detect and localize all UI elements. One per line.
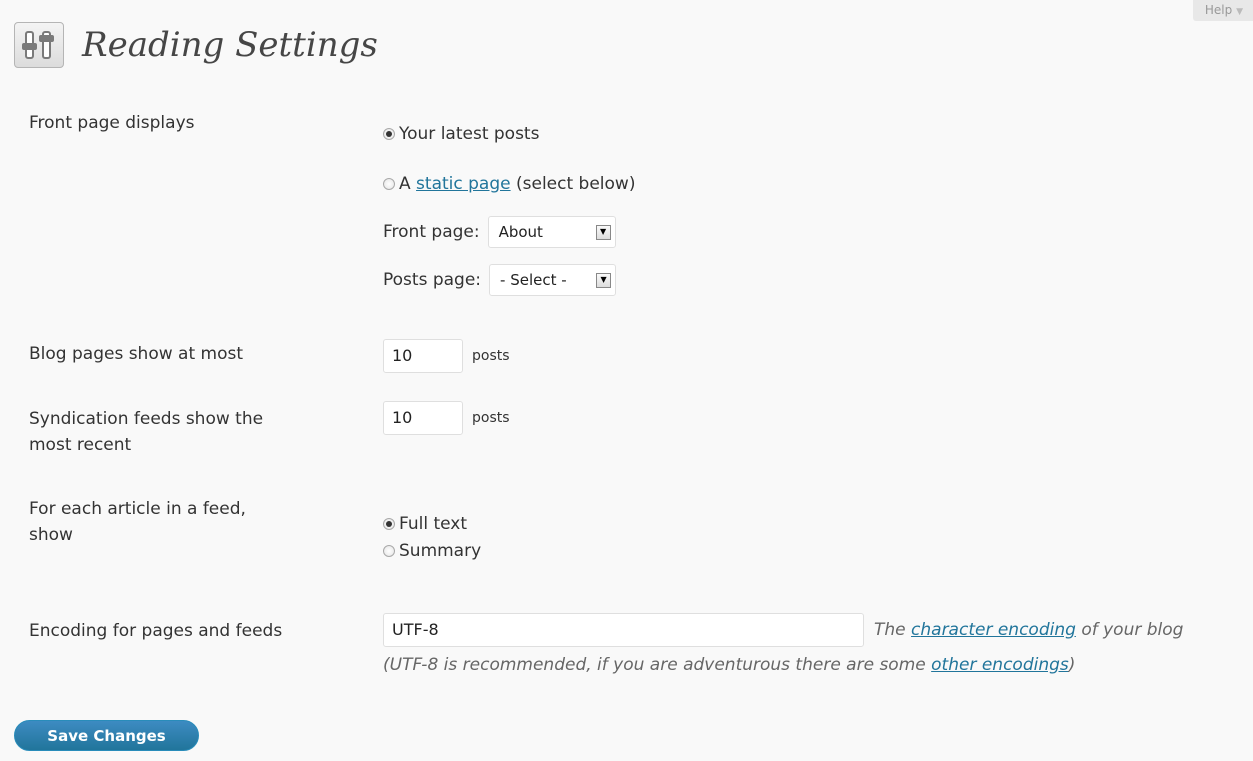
radio-latest-posts-row[interactable]: Your latest posts [383,122,539,146]
radio-static-page[interactable] [383,178,395,190]
encoding-description: The character encoding of your blog [874,618,1183,642]
radio-full-text[interactable] [383,518,395,530]
help-tab[interactable]: Help ▼ [1192,0,1253,21]
front-page-select-label: Front page: [383,222,480,242]
help-label: Help [1204,3,1233,17]
posts-page-select[interactable]: - Select - ▼ [489,264,617,296]
radio-static-prefix: A [399,174,411,194]
blog-pages-input[interactable]: 10 [383,339,463,373]
encoding-desc-prefix: The [874,620,906,640]
save-changes-button[interactable]: Save Changes [14,720,199,751]
syndication-label-line2: most recent [29,435,132,455]
encoding-input[interactable]: UTF-8 [383,613,864,647]
radio-full-text-label: Full text [399,514,468,534]
chevron-down-icon: ▼ [1236,7,1243,17]
chevron-down-icon: ▼ [596,272,612,288]
posts-page-select-label: Posts page: [383,270,482,290]
settings-sliders-icon [14,22,64,68]
feed-article-label: For each article in a feed, show [29,496,246,548]
radio-full-text-row[interactable]: Full text [383,512,467,536]
static-page-link[interactable]: static page [416,172,511,196]
blog-pages-row: 10 posts [383,339,510,373]
other-encodings-link[interactable]: other encodings [931,653,1069,677]
front-page-displays-label: Front page displays [29,113,195,133]
front-page-select-value: About [498,223,543,241]
radio-static-page-row[interactable]: A static page (select below) [383,172,635,196]
page-header: Reading Settings [14,22,378,68]
blog-pages-unit: posts [472,348,510,364]
character-encoding-link[interactable]: character encoding [911,620,1076,640]
encoding-note-suffix: ) [1068,655,1076,675]
syndication-row: 10 posts [383,401,510,435]
radio-summary[interactable] [383,545,395,557]
radio-summary-label: Summary [399,541,482,561]
blog-pages-label: Blog pages show at most [29,344,244,364]
syndication-label-line1: Syndication feeds show the [29,409,264,429]
front-page-select[interactable]: About ▼ [487,216,616,248]
encoding-label: Encoding for pages and feeds [29,621,283,641]
feed-article-label-line1: For each article in a feed, [29,499,246,519]
radio-static-suffix: (select below) [516,174,636,194]
syndication-input[interactable]: 10 [383,401,463,435]
radio-latest-posts[interactable] [383,128,395,140]
posts-page-select-value: - Select - [500,271,567,289]
syndication-unit: posts [472,410,510,426]
syndication-label: Syndication feeds show the most recent [29,406,263,458]
encoding-note: (UTF-8 is recommended, if you are advent… [383,653,1075,677]
encoding-row: UTF-8 The character encoding of your blo… [383,613,1183,647]
encoding-note-prefix: (UTF-8 is recommended, if you are advent… [383,655,926,675]
radio-summary-row[interactable]: Summary [383,539,481,563]
page-title: Reading Settings [82,25,378,65]
posts-page-select-row: Posts page: - Select - ▼ [383,264,617,296]
feed-article-label-line2: show [29,525,73,545]
chevron-down-icon: ▼ [595,224,611,240]
encoding-desc-suffix: of your blog [1081,620,1184,640]
radio-latest-posts-label: Your latest posts [399,124,540,144]
front-page-select-row: Front page: About ▼ [383,216,616,248]
